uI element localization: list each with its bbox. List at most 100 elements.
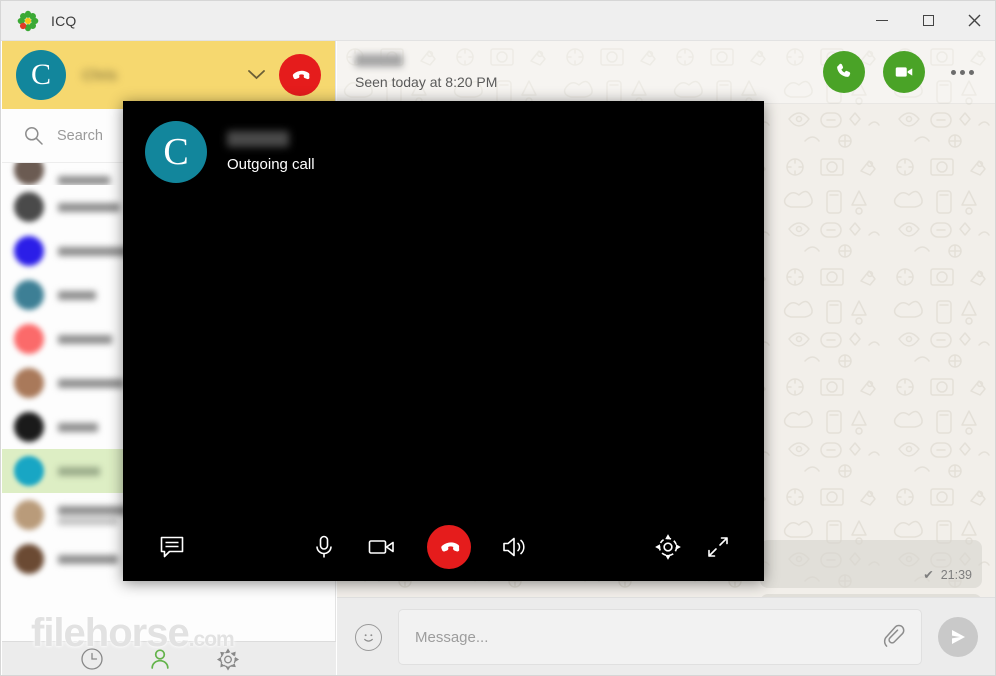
- contacts-button[interactable]: [148, 647, 172, 671]
- video-camera-icon: [368, 540, 394, 554]
- close-button[interactable]: [951, 1, 995, 41]
- search-icon: [25, 127, 43, 145]
- contact-name: [58, 202, 120, 212]
- dot: [960, 69, 965, 75]
- message-composer: Message...: [337, 597, 995, 675]
- message-timestamp: 21:39: [940, 567, 972, 582]
- chevron-down-icon[interactable]: [248, 67, 265, 84]
- settings-button[interactable]: [216, 647, 240, 671]
- avatar: [14, 192, 44, 222]
- message-input[interactable]: Message...: [398, 609, 922, 665]
- contact-name: [58, 554, 118, 564]
- history-button[interactable]: [80, 647, 104, 671]
- contact-name: [58, 505, 128, 515]
- hangup-phone-icon: [292, 70, 310, 80]
- call-settings-button[interactable]: [654, 533, 682, 561]
- list-item-label: [58, 290, 96, 300]
- hangup-phone-icon: [440, 542, 459, 552]
- mute-microphone-button[interactable]: [311, 534, 337, 560]
- microphone-icon: [315, 535, 332, 558]
- maximize-button[interactable]: [905, 1, 951, 41]
- chat-bubble-icon: [160, 536, 184, 558]
- end-call-button[interactable]: [426, 525, 471, 569]
- icq-flower-logo-icon: [17, 10, 39, 32]
- call-status-text: Outgoing call: [227, 156, 315, 173]
- avatar: [14, 280, 44, 310]
- chat-contact-name: [355, 54, 403, 67]
- list-item-label: [58, 176, 110, 185]
- message-bubble[interactable]: ✔ 21:39: [760, 540, 982, 588]
- call-overlay-info: Outgoing call: [227, 131, 315, 173]
- secondary-call-controls: [654, 533, 730, 561]
- minimize-button[interactable]: [859, 1, 905, 41]
- person-icon: [151, 649, 169, 669]
- list-item-label: [58, 505, 128, 525]
- contact-name: [58, 334, 112, 344]
- list-item-label: [58, 466, 100, 476]
- fullscreen-button[interactable]: [706, 535, 730, 559]
- dot: [951, 69, 956, 75]
- phone-icon: [837, 63, 851, 77]
- message-input-placeholder: Message...: [415, 628, 489, 646]
- search-input[interactable]: Search: [57, 128, 103, 144]
- expand-arrows-icon: [708, 537, 728, 557]
- contact-name: [58, 290, 96, 300]
- avatar: [14, 412, 44, 442]
- list-item-label: [58, 422, 98, 432]
- chat-header-actions: [823, 51, 978, 93]
- contact-preview: [58, 517, 118, 525]
- list-item-label: [58, 334, 112, 344]
- attach-file-button[interactable]: [881, 623, 905, 652]
- close-icon: [968, 14, 980, 27]
- send-icon: [952, 630, 965, 644]
- speaker-icon: [502, 537, 525, 557]
- smiley-icon: [364, 633, 373, 642]
- list-item-label: [58, 378, 124, 388]
- chat-header: Seen today at 8:20 PM: [337, 41, 995, 104]
- dot: [969, 69, 974, 75]
- contact-name: [58, 422, 98, 432]
- speaker-button[interactable]: [501, 534, 529, 560]
- banner-end-call-button[interactable]: [279, 54, 321, 96]
- contact-name: [58, 378, 124, 388]
- send-message-button[interactable]: [938, 617, 978, 657]
- read-check-icon: ✔: [923, 568, 934, 582]
- avatar: [14, 163, 44, 185]
- video-call-button[interactable]: [883, 51, 925, 93]
- video-icon: [895, 67, 913, 77]
- list-item-label: [58, 246, 132, 256]
- avatar: C: [16, 50, 66, 100]
- window-title: ICQ: [51, 12, 77, 29]
- clock-icon: [81, 648, 103, 670]
- active-call-banner[interactable]: C Chris: [2, 41, 335, 109]
- toggle-video-button[interactable]: [367, 534, 397, 560]
- maximize-icon: [922, 15, 934, 26]
- call-overlay-header: C Outgoing call: [123, 101, 764, 183]
- call-controls-bar: [123, 513, 764, 581]
- avatar: [14, 368, 44, 398]
- chat-toggle-button[interactable]: [159, 534, 185, 560]
- chat-contact-status: Seen today at 8:20 PM: [355, 74, 498, 90]
- contact-name: [58, 176, 110, 185]
- contact-name: [58, 246, 132, 256]
- list-item-label: [58, 202, 120, 212]
- title-bar: ICQ: [1, 1, 995, 41]
- gear-icon: [655, 534, 681, 560]
- avatar: [14, 456, 44, 486]
- paperclip-icon: [883, 624, 905, 647]
- message-meta: ✔ 21:39: [923, 567, 972, 583]
- call-window-overlay[interactable]: C Outgoing call: [123, 101, 764, 581]
- avatar: [14, 500, 44, 530]
- emoji-picker-button[interactable]: [355, 623, 382, 651]
- chat-header-info: Seen today at 8:20 PM: [355, 54, 497, 90]
- call-contact-name: [227, 131, 289, 147]
- voice-call-button[interactable]: [823, 51, 865, 93]
- more-options-button[interactable]: [951, 69, 974, 75]
- contact-name: [58, 466, 100, 476]
- avatar: [14, 544, 44, 574]
- list-item-label: [58, 554, 118, 564]
- gear-icon: [216, 647, 240, 671]
- window-controls: [859, 1, 995, 41]
- icq-application-window: ICQ C Chris Search filehorse.com Seen to…: [0, 0, 996, 676]
- avatar: C: [145, 121, 207, 183]
